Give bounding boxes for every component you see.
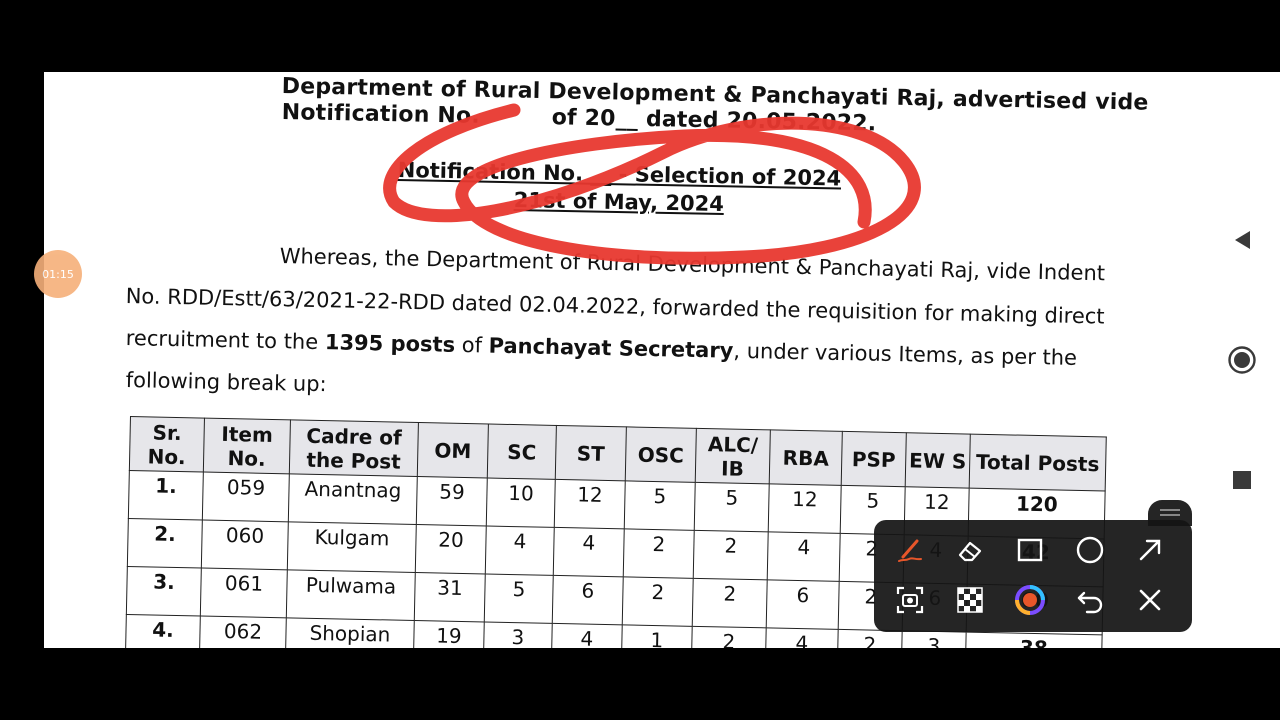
undo-button[interactable] <box>1064 576 1116 624</box>
eraser-icon <box>958 541 982 562</box>
color-picker-button[interactable] <box>1004 576 1056 624</box>
header-sr-no: Sr. No. <box>129 416 205 473</box>
annotation-toolbar <box>874 520 1192 632</box>
recents-button[interactable] <box>1204 452 1280 508</box>
cell-item: 060 <box>201 520 289 570</box>
arrow-tool-button[interactable] <box>1124 526 1176 574</box>
cell-sc: 10 <box>486 477 556 528</box>
cell-st: 6 <box>552 575 624 625</box>
cell-osc: 1 <box>621 624 693 648</box>
header-st: ST <box>555 425 627 481</box>
paragraph-line-1: Whereas, the Department of Rural Develop… <box>279 244 1106 286</box>
post-name: Panchayat Secretary <box>488 333 734 363</box>
notification-date: 21st of May, 2024 <box>513 188 725 217</box>
back-button[interactable] <box>1204 212 1280 268</box>
screenshot-icon <box>896 586 924 614</box>
cell-alc-ib: 2 <box>693 530 769 580</box>
cell-rba: 12 <box>768 483 842 534</box>
posts-count: 1395 posts <box>324 330 456 357</box>
close-toolbar-button[interactable] <box>1124 576 1176 624</box>
paragraph-line-2: No. RDD/Estt/63/2021-22-RDD dated 02.04.… <box>125 284 1105 329</box>
header-ews: EW S <box>905 432 971 489</box>
pen-tool-button[interactable] <box>884 526 936 574</box>
eraser-tool-button[interactable] <box>944 526 996 574</box>
circle-icon <box>1076 536 1104 564</box>
cell-sc: 3 <box>483 621 553 648</box>
header-item-no: Item No. <box>203 418 291 474</box>
cell-sr: 4. <box>125 614 201 648</box>
mosaic-icon <box>957 587 983 613</box>
header-psp: PSP <box>841 431 907 487</box>
cell-st: 12 <box>554 479 626 529</box>
navigation-bar <box>1204 72 1280 648</box>
cell-alc-ib: 2 <box>692 578 768 628</box>
header-sc: SC <box>487 424 557 480</box>
paragraph-text: of <box>454 332 489 358</box>
cell-total: 38 <box>965 632 1103 648</box>
header-total: Total Posts <box>969 434 1107 491</box>
cell-alc-ib: 2 <box>691 626 767 648</box>
close-icon <box>1139 589 1161 611</box>
home-icon <box>1228 346 1256 374</box>
back-icon <box>1235 231 1250 249</box>
header-rba: RBA <box>769 429 843 486</box>
header-line-2-left: Notification No. <box>281 100 481 129</box>
notification-title: Notification No. __ - Selection of 2024 <box>397 158 842 191</box>
header-alc-ib: ALC/ IB <box>695 428 771 484</box>
paragraph-text: , under various Items, as per the <box>733 338 1078 370</box>
cell-item: 062 <box>199 616 287 648</box>
drag-handle-icon <box>1160 509 1180 516</box>
screenshot-button[interactable] <box>884 576 936 624</box>
cell-alc-ib: 5 <box>694 482 770 532</box>
arrow-icon <box>1139 539 1161 561</box>
header-line-2-right: of 20__ dated 20.05.2022. <box>551 105 877 137</box>
header-osc: OSC <box>625 426 697 483</box>
rectangle-icon <box>1017 538 1043 562</box>
rectangle-tool-button[interactable] <box>1004 526 1056 574</box>
cell-osc: 2 <box>623 528 695 579</box>
cell-rba: 6 <box>766 579 840 630</box>
cell-sc: 5 <box>484 573 554 624</box>
cell-cadre: Kulgam <box>287 521 417 573</box>
cell-cadre: Pulwama <box>286 569 416 621</box>
recording-timer-badge[interactable]: 01:15 <box>34 250 82 298</box>
mosaic-tool-button[interactable] <box>944 576 996 624</box>
pen-icon <box>898 539 922 562</box>
cell-item: 061 <box>200 568 288 618</box>
header-cadre: Cadre of the Post <box>289 419 419 477</box>
recents-icon <box>1233 471 1251 489</box>
cell-sr: 1. <box>128 470 204 521</box>
cell-sr: 3. <box>126 566 202 617</box>
cell-om: 19 <box>413 620 485 648</box>
cell-om: 59 <box>416 476 488 526</box>
cell-osc: 5 <box>624 480 696 531</box>
home-button[interactable] <box>1204 332 1280 388</box>
circle-tool-button[interactable] <box>1064 526 1116 574</box>
paragraph-line-4: following break up: <box>125 368 327 397</box>
cell-st: 4 <box>551 623 623 648</box>
cell-om: 20 <box>415 524 487 574</box>
undo-icon <box>1077 591 1103 614</box>
cell-sr: 2. <box>127 518 203 569</box>
cell-cadre: Shopian <box>285 617 415 648</box>
cell-osc: 2 <box>622 576 694 627</box>
cell-rba: 4 <box>767 531 841 582</box>
cell-ews: 3 <box>901 630 967 648</box>
screen: Department of Rural Development & Pancha… <box>0 0 1280 720</box>
cell-st: 4 <box>553 527 625 577</box>
cell-om: 31 <box>414 572 486 622</box>
paragraph-text: recruitment to the <box>125 326 326 355</box>
cell-sc: 4 <box>485 525 555 576</box>
cell-rba: 4 <box>765 627 839 648</box>
cell-cadre: Anantnag <box>288 473 418 525</box>
header-om: OM <box>417 422 489 478</box>
color-picker-icon <box>1015 585 1045 615</box>
cell-item: 059 <box>202 472 290 522</box>
paragraph-line-3: recruitment to the 1395 posts of Panchay… <box>125 326 1077 370</box>
cell-psp: 2 <box>837 629 903 648</box>
